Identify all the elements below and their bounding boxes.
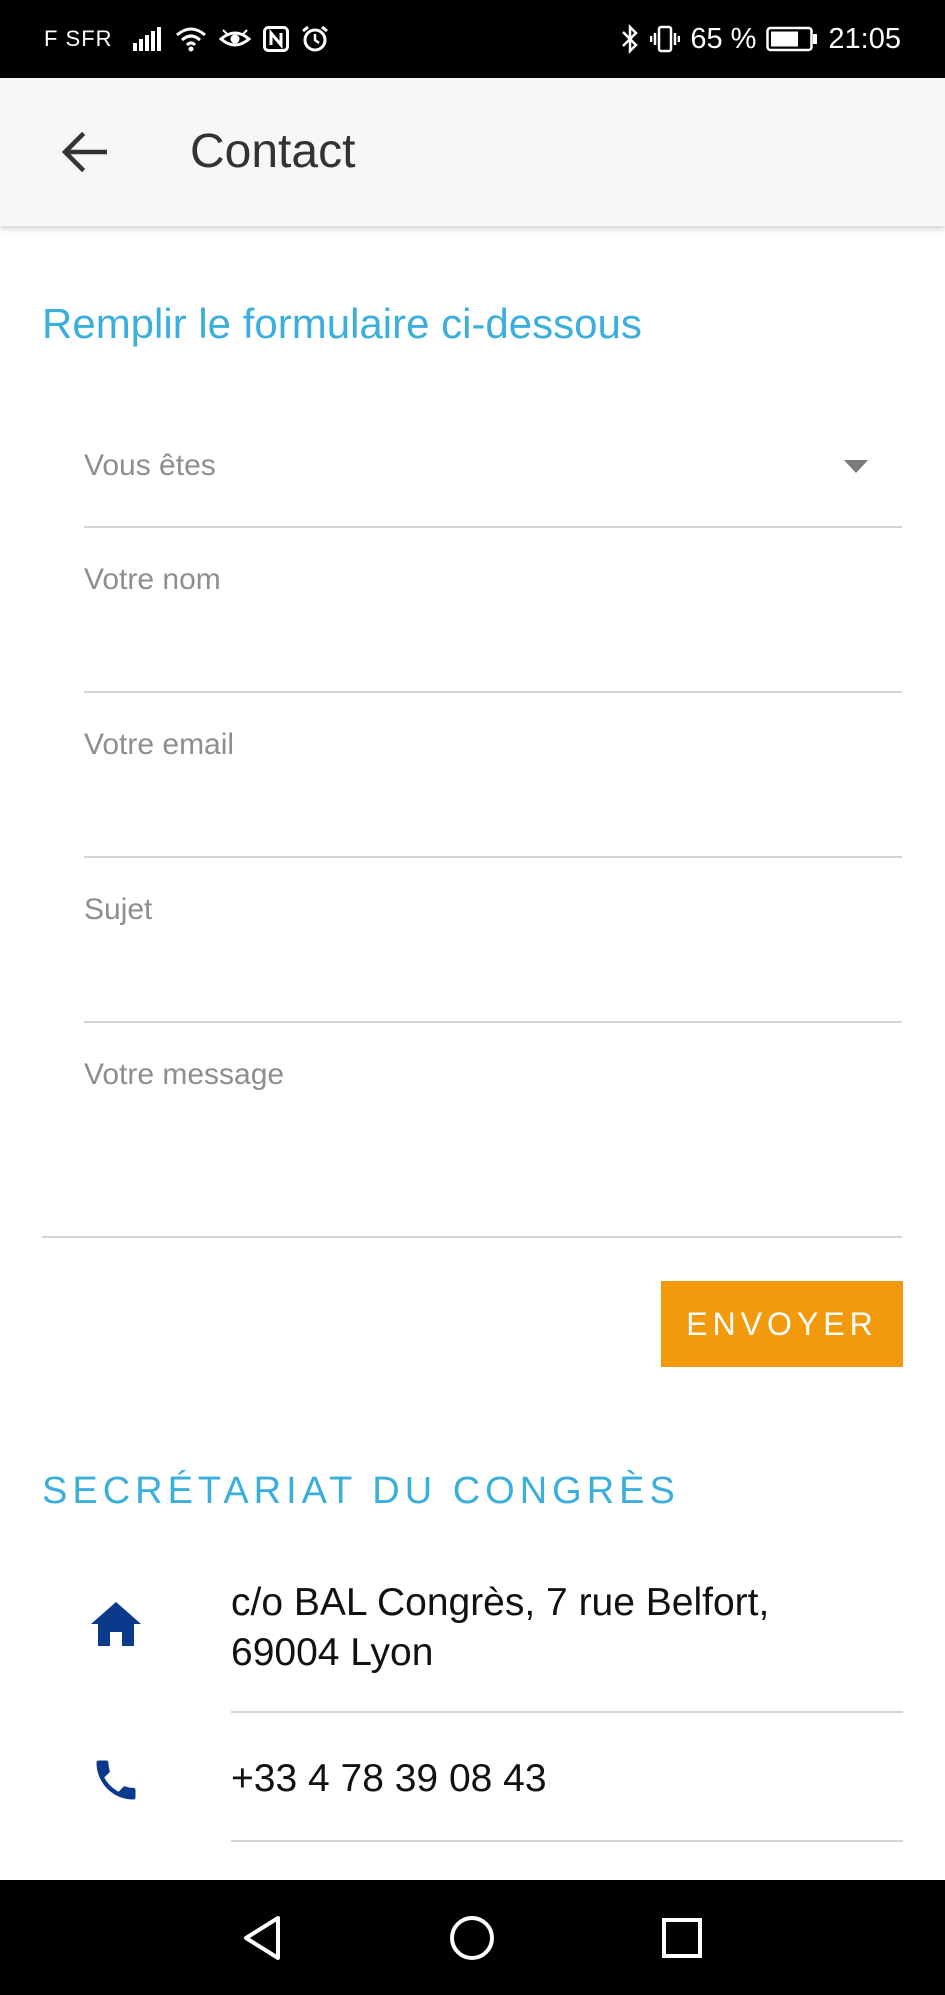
address-line-1: c/o BAL Congrès, 7 rue Belfort, [231, 1581, 770, 1624]
address-text: c/o BAL Congrès, 7 rue Belfort, 69004 Ly… [231, 1578, 911, 1678]
signal-icon [132, 27, 163, 51]
status-icons-left [132, 25, 329, 53]
app-bar: Contact [0, 78, 945, 226]
eye-icon [218, 27, 251, 51]
dropdown-arrow-icon [844, 460, 868, 473]
page-title: Contact [190, 125, 356, 178]
divider [231, 1840, 903, 1842]
battery-icon [766, 26, 818, 52]
status-left: F SFR [44, 0, 329, 78]
subject-field-label: Sujet [84, 893, 153, 926]
secretariat-heading: SECRÉTARIAT DU CONGRÈS [42, 1470, 680, 1512]
email-field-label: Votre email [84, 728, 235, 761]
subject-field[interactable]: Sujet [84, 858, 902, 1023]
carrier-label: F SFR [44, 26, 113, 51]
vibrate-icon [650, 24, 681, 54]
message-field[interactable]: Votre message [42, 1023, 902, 1238]
nav-recents-button[interactable] [652, 1908, 712, 1968]
status-right: 65 % 21:05 [620, 0, 901, 78]
send-button[interactable]: ENVOYER [661, 1281, 903, 1367]
name-field[interactable]: Votre nom [84, 528, 902, 693]
message-field-label: Votre message [84, 1058, 285, 1091]
home-icon [86, 1594, 146, 1654]
phone-number[interactable]: +33 4 78 39 08 43 [231, 1754, 911, 1804]
nav-back-button[interactable] [232, 1908, 292, 1968]
address-row: c/o BAL Congrès, 7 rue Belfort, 69004 Ly… [0, 1572, 945, 1713]
email-field[interactable]: Votre email [84, 693, 902, 858]
status-bar: F SFR 65 % 21:05 [0, 0, 945, 78]
clock-time: 21:05 [828, 22, 901, 55]
triangle-back-icon [244, 1916, 280, 1960]
back-button[interactable] [52, 120, 116, 184]
phone-row[interactable]: +33 4 78 39 08 43 [0, 1714, 945, 1844]
nav-home-button[interactable] [442, 1908, 502, 1968]
system-nav-bar [0, 1880, 945, 1995]
divider [231, 1711, 903, 1713]
role-select-placeholder: Vous êtes [84, 449, 216, 482]
battery-percent: 65 % [690, 22, 757, 55]
address-line-2: 69004 Lyon [231, 1631, 434, 1674]
bluetooth-icon [620, 24, 640, 54]
name-field-label: Votre nom [84, 563, 221, 596]
circle-home-icon [450, 1916, 494, 1960]
square-recents-icon [662, 1918, 702, 1958]
form-heading: Remplir le formulaire ci-dessous [42, 300, 642, 347]
arrow-left-icon [61, 132, 107, 172]
nfc-icon [262, 26, 289, 52]
alarm-icon [301, 25, 329, 53]
phone-icon [86, 1750, 146, 1810]
role-select[interactable]: Vous êtes [84, 430, 902, 528]
wifi-icon [175, 26, 207, 52]
